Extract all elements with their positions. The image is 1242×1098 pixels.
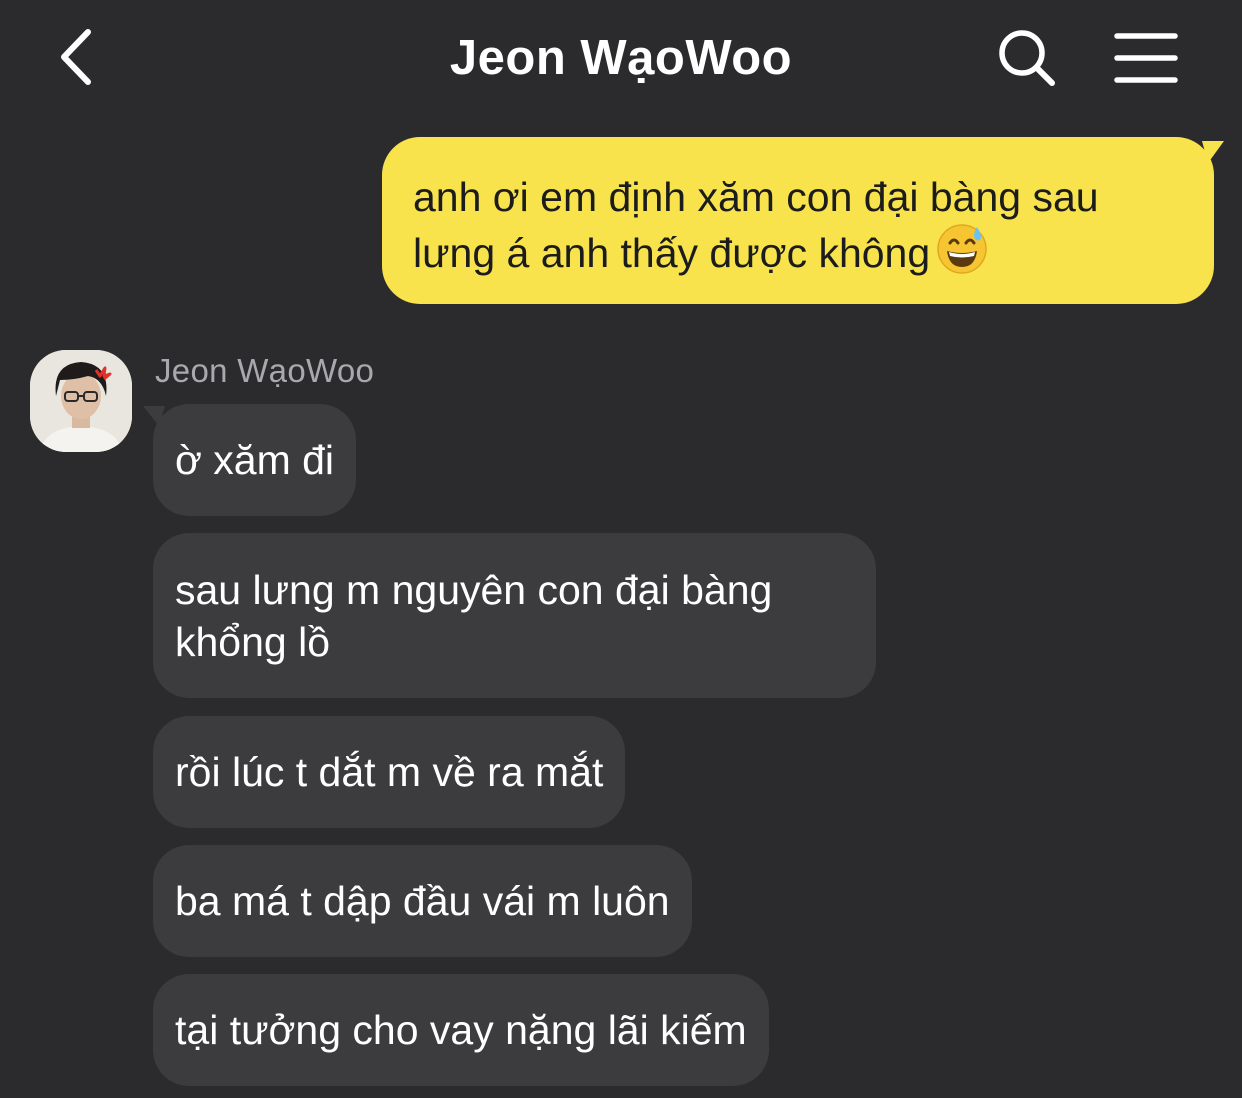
bubble-tail [143,406,165,426]
incoming-message-bubble[interactable]: rồi lúc t dắt m về ra mắt [153,716,626,828]
outgoing-message-text: anh ơi em định xăm con đại bàng sau lưng… [413,174,1099,276]
hamburger-menu-icon [1114,33,1178,83]
incoming-message-text: ba má t dập đầu vái m luôn [175,878,670,924]
sender-avatar[interactable] [30,350,132,452]
incoming-message-bubble[interactable]: tại tưởng cho vay nặng lãi kiếm [153,974,769,1086]
incoming-message-bubble[interactable]: sau lưng m nguyên con đại bàng khổng lồ [153,533,876,698]
incoming-message-bubble[interactable]: ờ xăm đi [143,404,357,516]
avatar-photo [30,350,132,452]
search-icon [999,30,1055,86]
outgoing-message-bubble[interactable]: anh ơi em định xăm con đại bàng sau lưng… [382,137,1224,304]
sender-name: Jeon WạoWoo [155,352,375,389]
bubble-tail [1202,141,1224,163]
incoming-message-text: ờ xăm đi [175,437,335,483]
menu-button[interactable] [1112,30,1180,86]
incoming-message-text: tại tưởng cho vay nặng lãi kiếm [175,1007,747,1053]
chat-header: Jeon WạoWoo [0,0,1242,120]
incoming-message-text: rồi lúc t dắt m về ra mắt [175,749,604,795]
incoming-message-bubble[interactable]: ba má t dập đầu vái m luôn [153,845,692,957]
grinning-face-with-sweat-emoji [936,223,988,287]
search-button[interactable] [995,26,1059,90]
incoming-message-text: sau lưng m nguyên con đại bàng khổng lồ [175,567,773,665]
